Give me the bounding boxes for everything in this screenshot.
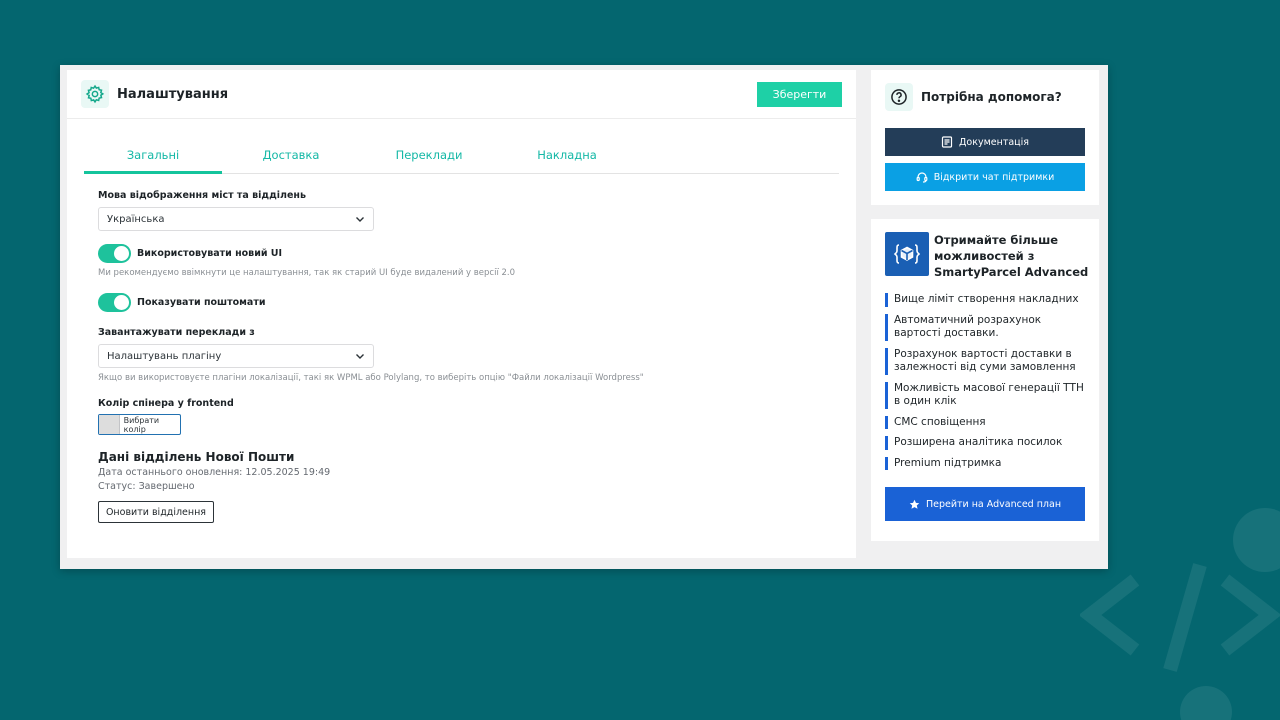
spinner-color-picker[interactable]: Вибрати колір [98, 414, 181, 435]
select-value: Налаштувань плагіну [107, 350, 222, 362]
upgrade-advanced-button[interactable]: Перейти на Advanced план [885, 487, 1085, 521]
translations-source-label: Завантажувати переклади з [98, 327, 255, 338]
new-ui-toggle[interactable] [98, 244, 131, 263]
star-icon [909, 499, 920, 510]
support-chat-label: Відкрити чат підтримки [933, 171, 1055, 183]
documentation-label: Документація [959, 136, 1029, 148]
package-icon [885, 232, 929, 276]
spinner-color-label: Колір спінера у frontend [98, 398, 234, 409]
help-header: Потрібна допомога? [871, 70, 1099, 115]
question-icon [885, 83, 913, 111]
postomats-toggle[interactable] [98, 293, 131, 312]
new-ui-row: Використовувати новий UI [98, 244, 818, 263]
help-title: Потрібна допомога? [921, 90, 1062, 104]
tab-delivery[interactable]: Доставка [222, 138, 360, 173]
postomats-row: Показувати поштомати [98, 293, 818, 312]
page-title: Налаштування [117, 86, 229, 102]
tab-general[interactable]: Загальні [84, 138, 222, 174]
settings-panel: Налаштування Зберегти Загальні Доставка … [67, 70, 856, 558]
settings-window: Налаштування Зберегти Загальні Доставка … [60, 65, 1108, 569]
color-swatch [99, 415, 120, 434]
select-value: Українська [107, 213, 165, 225]
chevron-down-icon [356, 217, 364, 222]
list-item: Вище ліміт створення накладних [885, 293, 1090, 307]
list-item: Автоматичний розрахунок вартості доставк… [885, 313, 1090, 341]
pick-color-label: Вибрати колір [123, 415, 160, 434]
translations-source-hint: Якщо ви використовуєте плагіни локалізац… [98, 373, 644, 383]
np-data-title: Дані відділень Нової Пошти [98, 450, 295, 464]
code-brackets-icon [1080, 563, 1280, 672]
refresh-offices-button[interactable]: Оновити відділення [98, 501, 214, 523]
settings-tabs: Загальні Доставка Переклади Накладна [84, 138, 839, 174]
list-item: Розширена аналітика посилок [885, 436, 1090, 450]
general-settings-form: Мова відображення міст та відділень Укра… [98, 188, 818, 523]
np-status: Статус: Завершено [98, 481, 195, 492]
advanced-promo-panel: Отримайте більше можливостей з SmartyPar… [871, 219, 1099, 541]
list-item: Можливість масової генерації ТТН в один … [885, 381, 1090, 409]
translations-source-select[interactable]: Налаштувань плагіну [98, 344, 374, 368]
tab-translations[interactable]: Переклади [360, 138, 498, 173]
postomats-label: Показувати поштомати [137, 297, 266, 308]
help-panel: Потрібна допомога? Документація Відкрити… [871, 70, 1099, 205]
city-language-select[interactable]: Українська [98, 207, 374, 231]
new-ui-hint: Ми рекомендуємо ввімкнути це налаштуванн… [98, 268, 516, 278]
settings-header: Налаштування Зберегти [67, 70, 856, 119]
headset-icon [916, 171, 928, 183]
document-icon [941, 136, 953, 148]
decorative-circle [1233, 508, 1280, 572]
list-item: Premium підтримка [885, 456, 1090, 470]
advanced-feature-list: Вище ліміт створення накладних Автоматич… [885, 293, 1090, 477]
advanced-title: Отримайте більше можливостей з SmartyPar… [934, 233, 1089, 279]
city-language-label: Мова відображення міст та відділень [98, 190, 306, 201]
gear-icon [81, 80, 109, 108]
np-last-update: Дата останнього оновлення: 12.05.2025 19… [98, 467, 331, 478]
tab-waybill[interactable]: Накладна [498, 138, 636, 173]
list-item: Розрахунок вартості доставки в залежност… [885, 347, 1090, 375]
documentation-button[interactable]: Документація [885, 128, 1085, 156]
support-chat-button[interactable]: Відкрити чат підтримки [885, 163, 1085, 191]
advanced-header: Отримайте більше можливостей з SmartyPar… [871, 219, 1099, 280]
decorative-circle [1180, 686, 1232, 720]
list-item: СМС сповіщення [885, 415, 1090, 429]
upgrade-advanced-label: Перейти на Advanced план [925, 498, 1062, 510]
new-ui-label: Використовувати новий UI [137, 248, 283, 259]
save-button[interactable]: Зберегти [757, 82, 842, 107]
chevron-down-icon [356, 354, 364, 359]
